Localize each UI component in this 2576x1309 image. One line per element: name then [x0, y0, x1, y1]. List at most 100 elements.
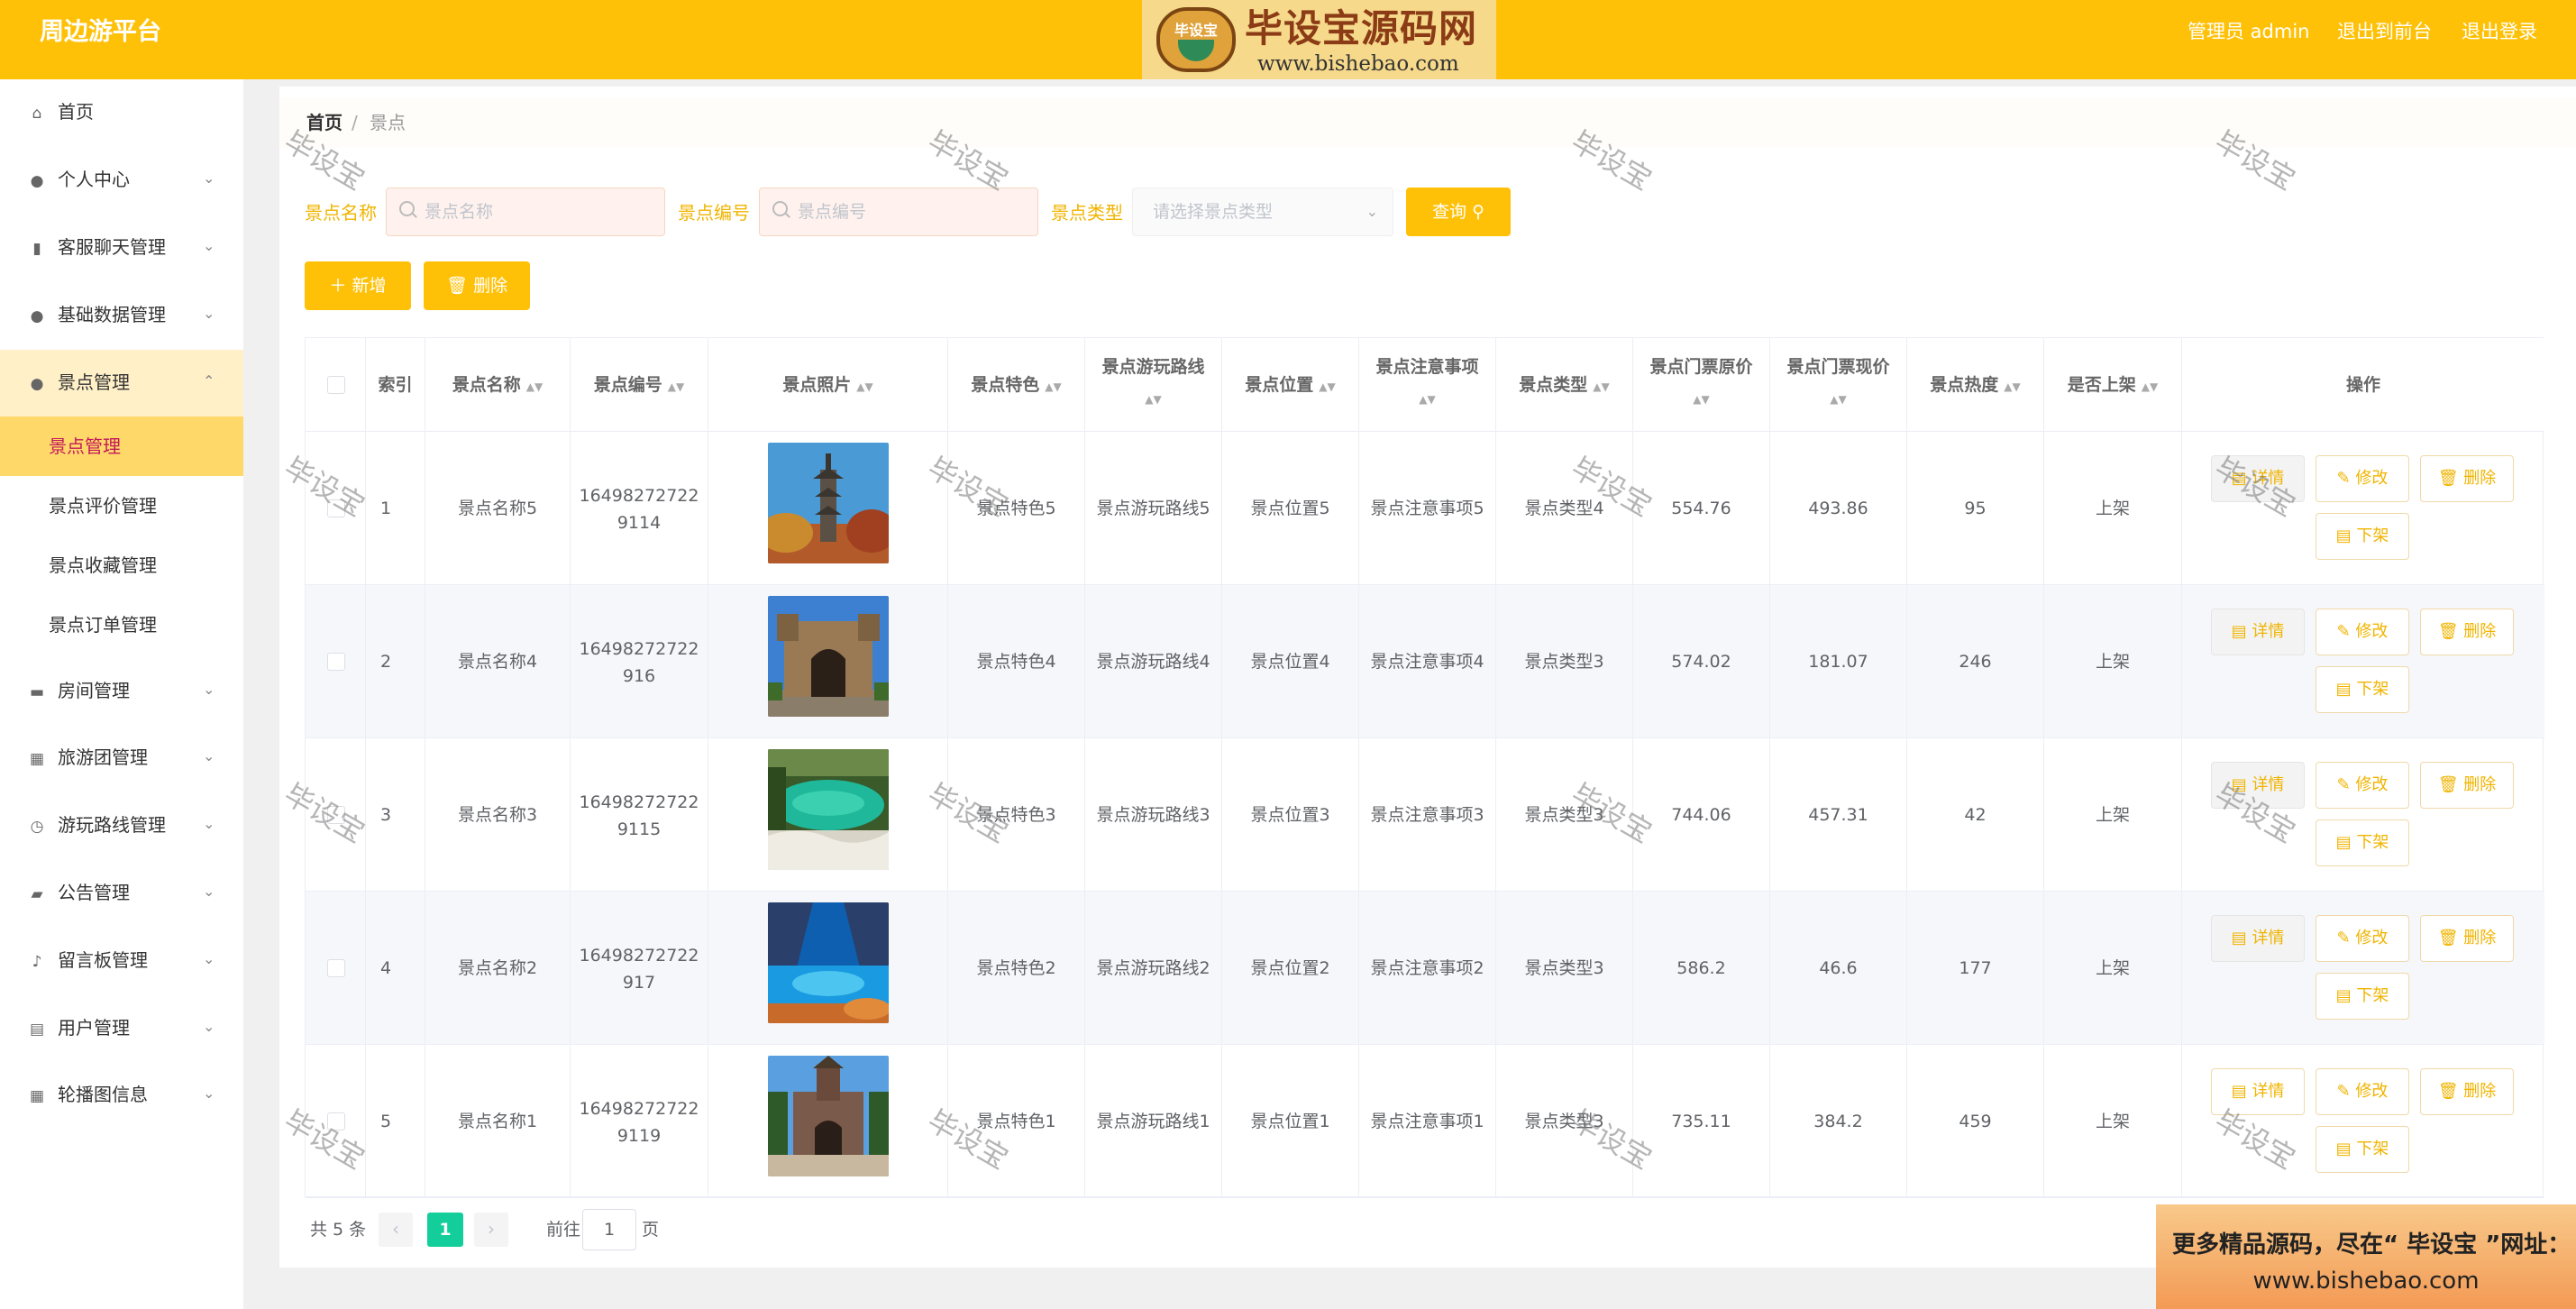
sidebar-sub-scenic[interactable]: 景点管理 — [0, 416, 243, 476]
user-icon: ● — [30, 172, 44, 190]
col-header-hot[interactable]: 景点热度 ▲▼ — [1907, 338, 2044, 432]
detail-button[interactable]: ▤ 详情 — [2211, 915, 2305, 962]
clipboard-icon: ▤ — [29, 1021, 45, 1039]
name-search-input[interactable]: 景点名称 — [386, 188, 665, 236]
sort-icon: ▲▼ — [2141, 380, 2159, 393]
trash-icon: 🗑 — [445, 276, 469, 296]
detail-button[interactable]: ▤ 详情 — [2211, 609, 2305, 655]
pagination-current-page[interactable]: 1 — [427, 1213, 463, 1247]
delete-button[interactable]: 🗑 删除 — [2420, 762, 2514, 809]
logout-link[interactable]: 退出登录 — [2462, 18, 2537, 45]
edit-button[interactable]: ✎ 修改 — [2316, 915, 2409, 962]
chevron-down-icon: ⌄ — [203, 747, 215, 764]
edit-button[interactable]: ✎ 修改 — [2316, 1068, 2409, 1115]
row-checkbox[interactable] — [327, 959, 345, 977]
col-header-location[interactable]: 景点位置 ▲▼ — [1222, 338, 1359, 432]
col-header-code[interactable]: 景点编号 ▲▼ — [571, 338, 708, 432]
add-button[interactable]: ＋ 新增 — [305, 261, 411, 310]
chevron-down-icon: ⌄ — [203, 305, 215, 322]
sort-icon: ▲▼ — [2004, 380, 2021, 393]
bar-chart-icon: ▮ — [32, 240, 41, 258]
col-header-photo[interactable]: 景点照片 ▲▼ — [708, 338, 948, 432]
edit-button[interactable]: ✎ 修改 — [2316, 609, 2409, 655]
col-header-notice[interactable]: 景点注意事项 ▲▼ — [1359, 338, 1496, 432]
sidebar-item-tour-group[interactable]: ▦ 旅游团管理 ⌄ — [0, 725, 243, 792]
briefcase-icon: ▰ — [31, 885, 43, 903]
scenic-photo[interactable] — [768, 749, 889, 870]
chevron-down-icon: ⌄ — [203, 1018, 215, 1035]
pagination-page-suffix: 页 — [642, 1220, 660, 1240]
sidebar-sub-favorite[interactable]: 景点收藏管理 — [0, 536, 243, 595]
sidebar-item-basic-data[interactable]: ● 基础数据管理 ⌄ — [0, 282, 243, 349]
scenic-photo[interactable] — [768, 902, 889, 1023]
col-header-name[interactable]: 景点名称 ▲▼ — [425, 338, 571, 432]
sidebar-sub-review[interactable]: 景点评价管理 — [0, 476, 243, 536]
delete-button[interactable]: 🗑 删除 — [2420, 455, 2514, 502]
off-shelf-button[interactable]: ▤ 下架 — [2316, 513, 2409, 560]
chevron-down-icon: ⌄ — [203, 883, 215, 900]
row-checkbox[interactable] — [327, 653, 345, 671]
col-header-listed[interactable]: 是否上架 ▲▼ — [2044, 338, 2182, 432]
table-row: 3 景点名称3 16498272722 9115 景点特色3 景点游玩路线3 景点… — [306, 738, 2544, 892]
batch-delete-button[interactable]: 🗑 删除 — [424, 261, 530, 310]
user-icon: ● — [30, 375, 44, 393]
type-select[interactable]: 请选择景点类型 ⌄ — [1132, 188, 1393, 236]
header-select-all — [306, 338, 366, 432]
sidebar-item-user[interactable]: ▤ 用户管理 ⌄ — [0, 995, 243, 1062]
site-logo: 毕设宝 毕设宝源码网 www.bishebao.com — [1142, 0, 1496, 79]
app-title: 周边游平台 — [40, 18, 161, 46]
home-icon: ⌂ — [32, 105, 42, 123]
admin-user-label: 管理员 admin — [2188, 21, 2310, 42]
delete-button[interactable]: 🗑 删除 — [2420, 609, 2514, 655]
next-page-button[interactable]: › — [474, 1213, 508, 1247]
sidebar-sub-order[interactable]: 景点订单管理 — [0, 595, 243, 654]
breadcrumb-current: 景点 — [370, 112, 406, 133]
sidebar-item-message[interactable]: ♪ 留言板管理 ⌄ — [0, 928, 243, 994]
mic-icon: ♪ — [32, 953, 42, 971]
delete-button[interactable]: 🗑 删除 — [2420, 1068, 2514, 1115]
sort-icon: ▲▼ — [1045, 380, 1062, 393]
query-button[interactable]: 查询 ⚲ — [1406, 188, 1511, 236]
delete-button[interactable]: 🗑 删除 — [2420, 915, 2514, 962]
scenic-photo[interactable] — [768, 1056, 889, 1176]
clock-icon: ◷ — [30, 818, 44, 836]
select-all-checkbox[interactable] — [327, 376, 345, 394]
off-shelf-button[interactable]: ▤ 下架 — [2316, 1126, 2409, 1173]
chevron-up-icon: ⌃ — [203, 372, 215, 389]
edit-button[interactable]: ✎ 修改 — [2316, 762, 2409, 809]
sort-icon: ▲▼ — [525, 380, 544, 393]
edit-button[interactable]: ✎ 修改 — [2316, 455, 2409, 502]
col-header-feature[interactable]: 景点特色 ▲▼ — [948, 338, 1085, 432]
chevron-down-icon: ⌄ — [203, 681, 215, 698]
table-row: 4 景点名称2 16498272722 917 景点特色2 景点游玩路线2 景点位… — [306, 892, 2544, 1045]
sort-icon: ▲▼ — [1830, 393, 1847, 406]
sidebar-item-profile[interactable]: ● 个人中心 ⌄ — [0, 147, 243, 214]
sidebar-item-scenic[interactable]: ● 景点管理 ⌃ — [0, 350, 243, 416]
col-header-cur-price[interactable]: 景点门票现价 ▲▼ — [1770, 338, 1907, 432]
sidebar-item-home[interactable]: ⌂ 首页 — [0, 79, 243, 146]
col-header-orig-price[interactable]: 景点门票原价 ▲▼ — [1633, 338, 1770, 432]
off-shelf-button[interactable]: ▤ 下架 — [2316, 819, 2409, 866]
col-header-route[interactable]: 景点游玩路线 ▲▼ — [1085, 338, 1222, 432]
prev-page-button[interactable]: ‹ — [379, 1213, 413, 1247]
sidebar-item-route[interactable]: ◷ 游玩路线管理 ⌄ — [0, 792, 243, 859]
promo-banner[interactable]: 更多精品源码，尽在“ 毕设宝 ”网址： www.bishebao.com — [2156, 1204, 2576, 1309]
sidebar-item-chat[interactable]: ▮ 客服聊天管理 ⌄ — [0, 215, 243, 281]
logo-title: 毕设宝源码网 — [1245, 6, 1478, 50]
breadcrumb-home[interactable]: 首页 — [306, 110, 343, 135]
sort-icon: ▲▼ — [1145, 393, 1162, 406]
scenic-photo[interactable] — [768, 596, 889, 717]
sidebar-item-notice[interactable]: ▰ 公告管理 ⌄ — [0, 860, 243, 927]
top-header: 周边游平台 毕设宝 毕设宝源码网 www.bishebao.com 管理员 ad… — [0, 0, 2576, 79]
sidebar-item-room[interactable]: ▬ 房间管理 ⌄ — [0, 658, 243, 725]
off-shelf-button[interactable]: ▤ 下架 — [2316, 973, 2409, 1020]
back-to-front-link[interactable]: 退出到前台 — [2337, 18, 2432, 45]
col-header-type[interactable]: 景点类型 ▲▼ — [1496, 338, 1633, 432]
breadcrumb-separator: / — [352, 112, 358, 133]
off-shelf-button[interactable]: ▤ 下架 — [2316, 666, 2409, 713]
col-header-index: 索引 — [366, 338, 425, 432]
scenic-photo[interactable] — [768, 443, 889, 563]
sort-icon: ▲▼ — [1593, 380, 1610, 393]
pagination-goto-input[interactable]: 1 — [582, 1209, 636, 1250]
sidebar-item-carousel[interactable]: ▦ 轮播图信息 ⌄ — [0, 1062, 243, 1129]
